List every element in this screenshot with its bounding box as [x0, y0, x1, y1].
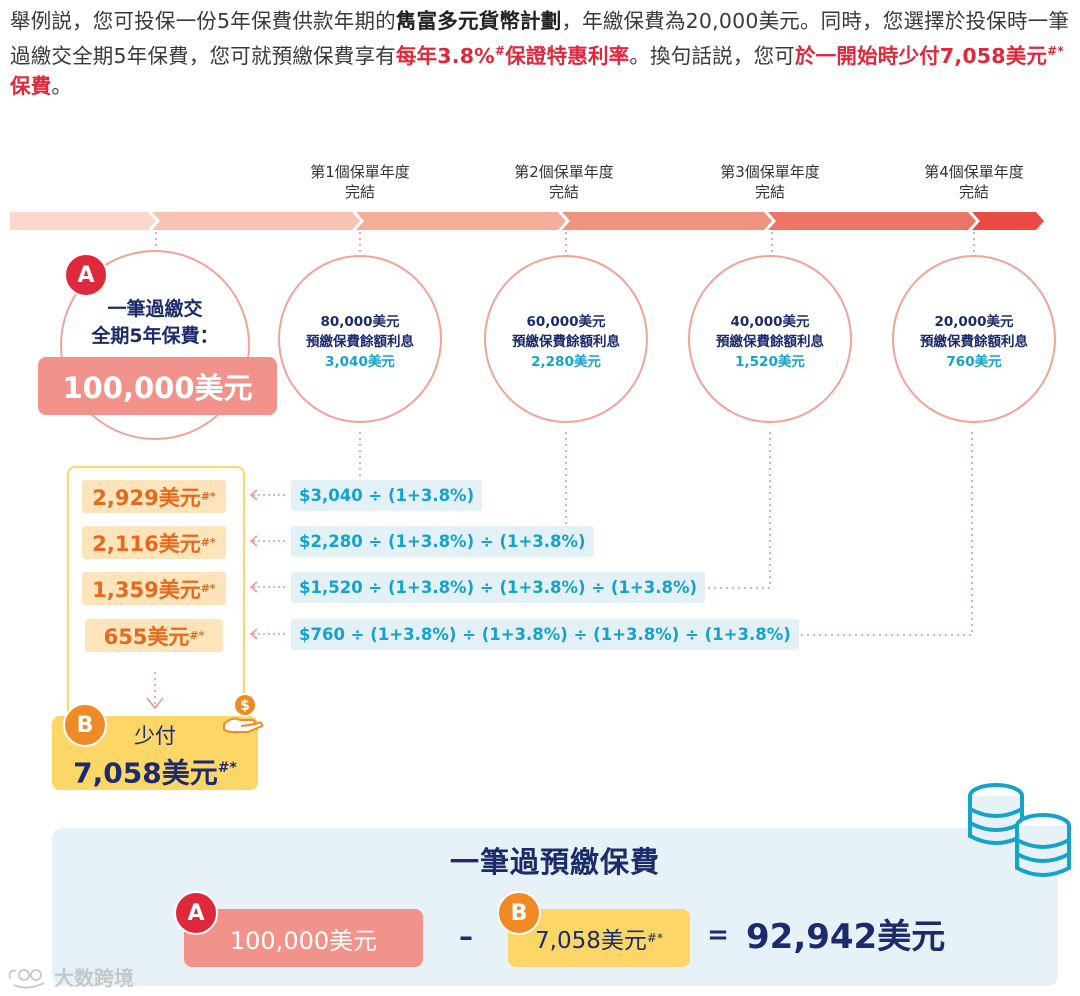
timeline-label-year-2: 第2個保單年度 完結 [474, 162, 654, 202]
balance-desc: 預繳保費餘額利息 [920, 334, 1028, 350]
summary-a-value: 100,000美元 [184, 909, 423, 967]
discount-value-sup: #* [200, 582, 216, 595]
balance: 60,000美元 [526, 314, 606, 330]
discount-value-1: 2,929美元 #* [82, 480, 226, 513]
discount-value-text: 2,116美元 [92, 531, 201, 556]
discount-value-2: 2,116美元 #* [82, 526, 226, 559]
balance: 40,000美元 [730, 314, 810, 330]
discount-value-text: 1,359美元 [92, 577, 201, 602]
lump-sum-line1: 一筆過繳交 [107, 298, 203, 320]
timeline-label-line1: 第4個保單年度 [924, 163, 1024, 181]
badge-a: A [64, 253, 108, 297]
balance-desc: 預繳保費餘額利息 [716, 334, 824, 350]
summary-b-sup: #* [646, 931, 663, 945]
timeline-label-line2: 完結 [548, 183, 579, 201]
discount-value-text: 2,929美元 [92, 485, 201, 510]
formula-1: $3,040 ÷ (1+3.8%) [291, 480, 483, 511]
timeline-label-line1: 第1個保單年度 [310, 163, 410, 181]
arrow-left-icon [249, 535, 288, 547]
timeline-label-year-3: 第3個保單年度 完結 [680, 162, 860, 202]
money-hand-icon: $ [223, 693, 263, 733]
watermark: 大数跨境 [6, 962, 134, 991]
timeline-label-line1: 第3個保單年度 [720, 163, 820, 181]
balance-desc: 預繳保費餘額利息 [512, 334, 620, 350]
lump-sum-amount: 100,000美元 [38, 357, 277, 415]
formula-2: $2,280 ÷ (1+3.8%) ÷ (1+3.8%) [291, 526, 594, 557]
timeline-label-line1: 第2個保單年度 [514, 163, 614, 181]
timeline-label-line2: 完結 [344, 183, 375, 201]
balance: 20,000美元 [934, 314, 1014, 330]
timeline-label-line2: 完結 [958, 183, 989, 201]
summary-b-text: 7,058美元 [535, 928, 647, 954]
timeline-label-line2: 完結 [754, 183, 785, 201]
discount-value-sup: #* [189, 629, 205, 642]
minus-sign: – [459, 920, 473, 953]
savings-amount-text: 7,058美元 [73, 756, 218, 790]
balance: 80,000美元 [320, 314, 400, 330]
savings-amount: 7,058美元#* [52, 750, 258, 791]
watermark-text: 大数跨境 [54, 966, 134, 990]
discount-value-sup: #* [200, 536, 216, 549]
interest-circle-text-1: 80,000美元 預繳保費餘額利息 3,040美元 [278, 312, 442, 372]
timeline-label-year-1: 第1個保單年度 完結 [270, 162, 450, 202]
formula-4: $760 ÷ (1+3.8%) ÷ (1+3.8%) ÷ (1+3.8%) ÷ … [291, 619, 799, 650]
svg-text:$: $ [240, 698, 250, 714]
timeline-band [10, 212, 1044, 230]
interest-circle-text-3: 40,000美元 預繳保費餘額利息 1,520美元 [688, 312, 852, 372]
lump-sum-line2: 全期5年保費： [91, 325, 219, 347]
summary-result: 92,942美元 [746, 917, 946, 957]
lump-sum-label: 一筆過繳交 全期5年保費： [60, 296, 250, 350]
watermark-logo-icon [8, 968, 45, 989]
discount-value-sup: #* [200, 490, 216, 503]
arrow-left-icon [249, 581, 288, 593]
summary-badge-b: B [497, 891, 541, 935]
interest-circle-text-2: 60,000美元 預繳保費餘額利息 2,280美元 [484, 312, 648, 372]
interest-amount: 760美元 [946, 354, 1002, 370]
savings-amount-sup: #* [217, 760, 237, 776]
arrow-left-icon [249, 628, 288, 640]
coin-stack-icon [968, 783, 1071, 877]
formula-3: $1,520 ÷ (1+3.8%) ÷ (1+3.8%) ÷ (1+3.8%) [291, 572, 706, 603]
equals-sign: = [707, 920, 729, 950]
balance-desc: 預繳保費餘額利息 [306, 334, 414, 350]
summary-badge-a: A [174, 891, 218, 935]
summary-title: 一筆過預繳保費 [449, 845, 660, 879]
discount-value-4: 655美元 #* [85, 619, 223, 652]
interest-amount: 2,280美元 [531, 354, 601, 370]
badge-b: B [63, 703, 107, 747]
interest-amount: 1,520美元 [735, 354, 805, 370]
interest-amount: 3,040美元 [325, 354, 395, 370]
interest-circle-text-4: 20,000美元 預繳保費餘額利息 760美元 [892, 312, 1056, 372]
discount-value-3: 1,359美元 #* [82, 572, 226, 605]
arrow-left-icon [249, 489, 288, 501]
timeline-label-year-4: 第4個保單年度 完結 [884, 162, 1064, 202]
discount-value-text: 655美元 [103, 624, 190, 649]
